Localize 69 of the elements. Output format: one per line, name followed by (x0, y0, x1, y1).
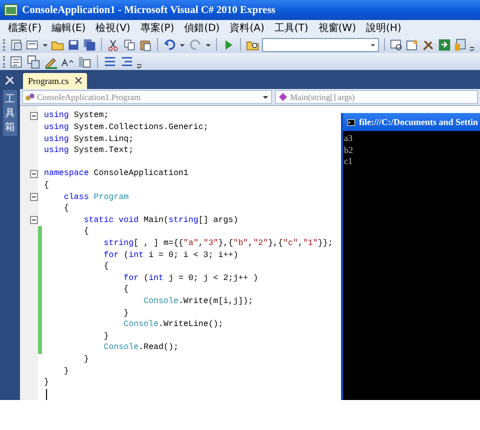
code-line: class Program (62, 192, 129, 202)
code-line: { (62, 204, 69, 214)
code-line: using System.Linq; (43, 134, 134, 144)
method-icon (278, 92, 288, 102)
menu-item[interactable]: 視窗(W) (313, 21, 361, 35)
copy-window-icon[interactable] (27, 54, 41, 68)
code-line: string[ , ] m={{"a","3"},{"b","2"},{"c","1"}}; (102, 238, 333, 248)
menu-item[interactable]: 資料(A) (224, 21, 270, 35)
console-title: file:///C:/Documents and Settin (359, 117, 478, 127)
stack-icon[interactable] (78, 54, 92, 68)
paste-icon[interactable] (139, 38, 152, 52)
close-icon[interactable] (74, 77, 82, 84)
collapse-icon[interactable] (30, 112, 38, 120)
collapse-icon[interactable] (30, 170, 38, 178)
copy-icon[interactable] (123, 38, 136, 52)
code-line: } (82, 354, 89, 364)
tools-icon[interactable] (422, 38, 436, 52)
code-line: } (43, 378, 49, 388)
type-dropdown[interactable]: ConsoleApplication1.Program (22, 90, 272, 104)
window-title: ConsoleApplication1 - Microsoft Visual C# 2010 Express (22, 4, 276, 16)
menu-item[interactable]: 專案(P) (135, 21, 180, 35)
code-line: static void Main(string[] args) (82, 216, 238, 225)
code-line: namespace ConsoleApplication1 (43, 169, 188, 178)
window-list-icon[interactable] (454, 38, 468, 52)
indent-icon[interactable] (120, 54, 134, 68)
code-line: using System; (43, 111, 109, 120)
code-line: Console.WriteLine(); (122, 320, 224, 330)
menu-item[interactable]: 編輯(E) (46, 21, 91, 35)
file-tab[interactable]: Program.cs (23, 72, 87, 89)
console-output-line: c1 (344, 156, 354, 168)
tools-icon[interactable] (4, 74, 16, 86)
code-line: using System.Text; (43, 146, 134, 156)
save-all-icon[interactable] (83, 38, 96, 52)
menu-item[interactable]: 檔案(F) (3, 21, 47, 35)
code-line: using System.Collections.Generic; (43, 123, 208, 132)
menu-item[interactable]: 檢視(V) (90, 21, 136, 35)
cut-icon[interactable] (107, 38, 120, 52)
menu-item[interactable]: 工具(T) (269, 21, 314, 35)
window-search-icon[interactable] (390, 38, 404, 52)
save-icon[interactable] (67, 38, 80, 52)
code-line: { (82, 227, 89, 236)
code-line: } (102, 332, 109, 341)
toolbox-tab[interactable]: 工具箱 (3, 90, 17, 136)
align-lines-icon[interactable] (103, 54, 117, 68)
code-line: Console.Read(); (102, 343, 178, 352)
menu-item[interactable]: 說明(H) (360, 21, 406, 35)
code-line: } (122, 308, 129, 318)
collapse-icon[interactable] (30, 216, 38, 224)
app-icon (4, 4, 18, 16)
console-icon (347, 118, 355, 126)
member-dropdown[interactable]: Main(string[] args) (275, 90, 478, 104)
add-item-icon[interactable] (26, 38, 39, 52)
code-line: for (int i = 0; i < 3; i++) (102, 250, 238, 260)
console-output-line: a3 (344, 133, 354, 144)
menu-item[interactable]: 偵錯(D) (179, 21, 225, 35)
console-output-line: b2 (344, 144, 354, 156)
code-line: { (122, 285, 129, 294)
code-line: { (43, 181, 49, 190)
properties-icon[interactable] (10, 54, 24, 68)
collapse-icon[interactable] (30, 193, 38, 202)
undo-icon[interactable] (163, 38, 176, 52)
code-line: { (102, 262, 109, 272)
text-cursor (46, 388, 47, 400)
code-line: } (62, 366, 69, 376)
class-icon (25, 92, 35, 102)
code-line: for (int j = 0; j < 2;j++ ) (122, 274, 258, 283)
export-icon[interactable] (438, 38, 452, 52)
new-project-icon[interactable] (10, 38, 23, 52)
code-line: Console.Write(m[i,j]); (142, 296, 254, 306)
